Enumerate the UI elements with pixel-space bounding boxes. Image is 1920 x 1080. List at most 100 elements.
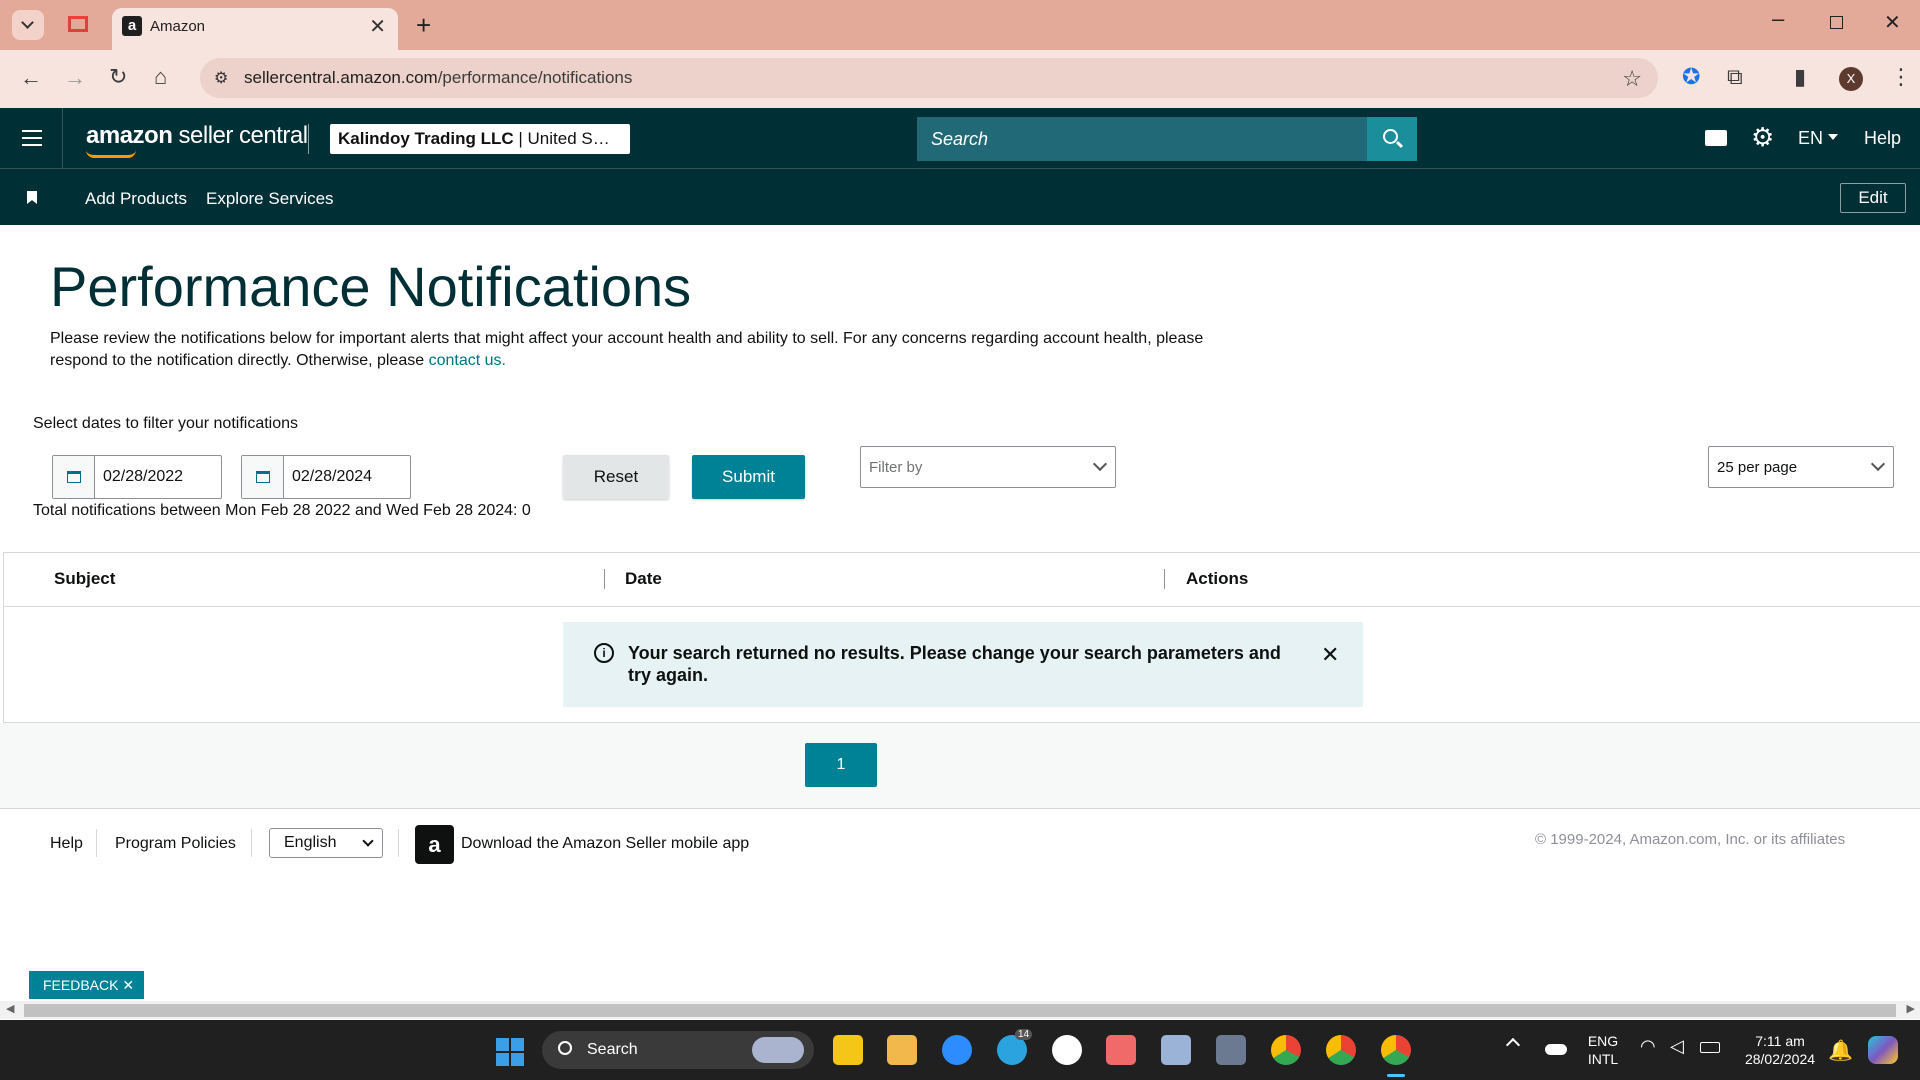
windows-start-icon[interactable]: [496, 1038, 524, 1066]
footer-language-select[interactable]: English: [269, 828, 383, 858]
clock[interactable]: 7:11 am 28/02/2024: [1740, 1032, 1820, 1068]
end-date-input[interactable]: 02/28/2024: [241, 455, 411, 499]
notification-bell-icon[interactable]: 🔔: [1828, 1038, 1853, 1063]
column-header-date[interactable]: Date: [625, 569, 662, 589]
start-date-input[interactable]: 02/28/2022: [52, 455, 222, 499]
chrome-icon[interactable]: [1326, 1035, 1356, 1065]
close-window-icon[interactable]: ✕: [1884, 10, 1901, 35]
seller-central-header: amazon seller central Kalindoy Trading L…: [0, 108, 1920, 169]
copilot-icon[interactable]: [1868, 1036, 1898, 1064]
snipping-tool-icon[interactable]: [1161, 1035, 1191, 1065]
info-icon: i: [594, 643, 614, 663]
edit-button[interactable]: Edit: [1840, 183, 1906, 213]
file-explorer-icon[interactable]: [887, 1035, 917, 1065]
search-input[interactable]: Search: [917, 117, 1367, 161]
tab-close-icon[interactable]: ✕: [369, 14, 386, 39]
nav-add-products[interactable]: Add Products: [85, 189, 187, 209]
account-switcher[interactable]: Kalindoy Trading LLC | United S…: [330, 124, 630, 154]
column-header-subject[interactable]: Subject: [54, 569, 115, 589]
browser-menu-icon[interactable]: ⋮: [1890, 66, 1912, 88]
page-button-current[interactable]: 1: [805, 743, 877, 787]
extensions-puzzle-icon[interactable]: ⧉: [1727, 66, 1743, 88]
footer-help-link[interactable]: Help: [50, 835, 83, 853]
horizontal-scrollbar[interactable]: ◀ ▶: [0, 1001, 1920, 1019]
telegram-icon[interactable]: 14: [997, 1029, 1033, 1065]
amazon-app-icon[interactable]: a: [415, 825, 454, 864]
restore-icon[interactable]: [1830, 16, 1843, 29]
profile-avatar[interactable]: X: [1839, 67, 1863, 91]
hamburger-menu-icon[interactable]: [22, 130, 42, 146]
clock-date: 28/02/2024: [1744, 1051, 1816, 1067]
footer-language-value: English: [284, 834, 337, 851]
footer-separator: [398, 829, 399, 857]
calendar-icon[interactable]: [53, 456, 95, 498]
minimize-icon[interactable]: –: [1772, 6, 1784, 32]
sticky-notes-icon[interactable]: [833, 1035, 863, 1065]
asana-icon[interactable]: [1106, 1035, 1136, 1065]
search-button[interactable]: [1367, 117, 1417, 161]
column-separator: [604, 569, 605, 589]
gear-icon[interactable]: ⚙: [1751, 122, 1774, 153]
bookmark-icon[interactable]: [27, 191, 37, 204]
gmail-tab-icon[interactable]: [68, 16, 88, 32]
mail-icon[interactable]: [1705, 130, 1727, 146]
slack-icon[interactable]: [1052, 1035, 1082, 1065]
help-link[interactable]: Help: [1864, 128, 1901, 149]
chrome-icon[interactable]: [1271, 1035, 1301, 1065]
per-page-select[interactable]: 25 per page: [1708, 446, 1894, 488]
footer-separator: [251, 829, 252, 857]
contact-us-link[interactable]: contact us.: [429, 352, 506, 369]
back-arrow-icon[interactable]: ←: [20, 67, 42, 89]
chevron-up-icon[interactable]: [1505, 1037, 1521, 1053]
scrollbar-thumb[interactable]: [24, 1004, 1896, 1017]
copyright-text: © 1999-2024, Amazon.com, Inc. or its aff…: [1535, 831, 1846, 848]
amazon-seller-central-logo[interactable]: amazon seller central: [86, 122, 308, 150]
active-tab[interactable]: a Amazon ✕: [112, 8, 398, 50]
bookmark-star-icon[interactable]: ☆: [1622, 66, 1642, 92]
bookmark-nav-bar: Add Products Explore Services Edit: [0, 169, 1920, 225]
reset-button[interactable]: Reset: [563, 455, 669, 499]
extension-icon[interactable]: ✪: [1682, 66, 1700, 88]
no-results-message: Your search returned no results. Please …: [628, 643, 1281, 685]
reload-icon[interactable]: ↻: [109, 66, 127, 88]
nav-explore-services[interactable]: Explore Services: [206, 189, 334, 209]
language-selector[interactable]: EN: [1798, 128, 1823, 149]
address-bar[interactable]: ⚙ sellercentral.amazon.com/performance/n…: [200, 58, 1658, 98]
end-date-value: 02/28/2024: [292, 468, 373, 485]
scroll-right-arrow-icon[interactable]: ▶: [1907, 1002, 1915, 1015]
side-panel-icon[interactable]: ▮: [1794, 66, 1806, 88]
feedback-button[interactable]: FEEDBACK ✕: [29, 971, 144, 999]
download-app-link[interactable]: Download the Amazon Seller mobile app: [461, 835, 749, 853]
onedrive-icon[interactable]: [1545, 1044, 1567, 1055]
battery-icon[interactable]: [1700, 1042, 1720, 1053]
start-date-value: 02/28/2022: [103, 468, 184, 485]
wifi-icon[interactable]: ◠: [1640, 1036, 1656, 1057]
table-header-row: Subject Date Actions: [4, 553, 1920, 607]
lang-line-1: ENG: [1587, 1033, 1619, 1049]
scroll-left-arrow-icon[interactable]: ◀: [6, 1002, 14, 1015]
pagination: 1: [0, 723, 1920, 809]
home-icon[interactable]: ⌂: [154, 66, 167, 88]
new-tab-icon[interactable]: +: [416, 10, 431, 41]
windows-taskbar: Search 14 ENG INTL ◠ ◁ 7:11 am 28/02/202…: [0, 1020, 1920, 1080]
per-page-value: 25 per page: [1717, 459, 1798, 476]
forward-arrow-icon[interactable]: →: [64, 67, 86, 89]
close-icon[interactable]: ✕: [1321, 642, 1339, 668]
calculator-icon[interactable]: [1216, 1035, 1246, 1065]
header-divider: [308, 124, 309, 154]
chevron-down-icon: [362, 835, 374, 847]
amazon-favicon-icon: a: [122, 16, 142, 36]
footer-program-policies-link[interactable]: Program Policies: [115, 835, 236, 853]
site-info-icon[interactable]: ⚙: [214, 68, 228, 88]
input-language[interactable]: ENG INTL: [1586, 1032, 1620, 1068]
volume-icon[interactable]: ◁: [1670, 1036, 1684, 1057]
tab-search-chevron-icon[interactable]: [12, 10, 44, 40]
zoom-icon[interactable]: [942, 1035, 972, 1065]
submit-button[interactable]: Submit: [692, 455, 805, 499]
calendar-icon[interactable]: [242, 456, 284, 498]
taskbar-search[interactable]: Search: [542, 1031, 814, 1069]
header-divider: [62, 108, 63, 169]
filter-by-select[interactable]: Filter by: [860, 446, 1116, 488]
column-header-actions: Actions: [1186, 569, 1249, 588]
chrome-active-icon[interactable]: [1381, 1035, 1411, 1065]
